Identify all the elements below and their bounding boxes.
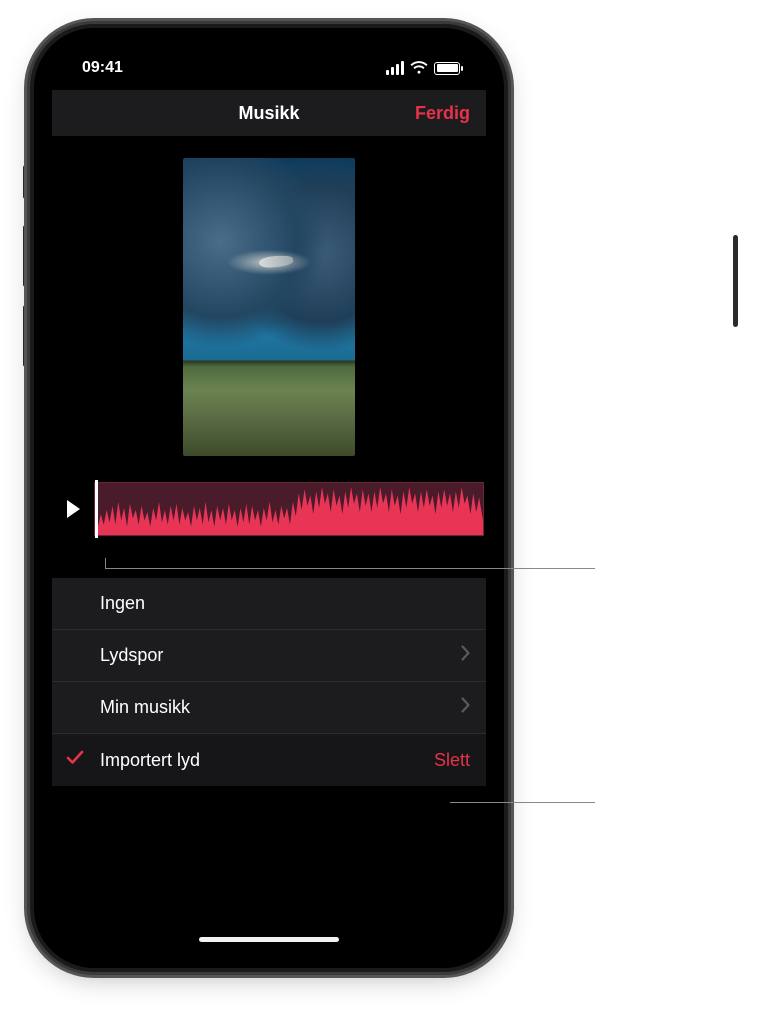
status-bar: 09:41 [52,46,486,90]
option-imported-audio[interactable]: Importert lyd Slett [52,734,486,786]
page-title: Musikk [238,103,299,124]
home-indicator[interactable] [199,937,339,942]
delete-button[interactable]: Slett [434,750,470,771]
play-icon [67,500,80,518]
option-label: Min musikk [100,697,461,718]
chevron-right-icon [461,645,470,666]
video-preview-area [52,136,486,482]
waveform-track[interactable] [94,482,484,536]
status-time: 09:41 [82,59,123,77]
music-source-list: Ingen Lydspor Min musikk [52,578,486,786]
checkmark-icon [66,749,84,772]
playhead[interactable] [95,480,98,538]
option-label: Importert lyd [100,750,434,771]
nav-header: Musikk Ferdig [52,90,486,136]
option-soundtracks[interactable]: Lydspor [52,630,486,682]
audio-timeline [52,482,486,536]
wifi-icon [410,61,428,75]
option-label: Ingen [100,593,470,614]
waveform-icon [95,483,483,535]
chevron-right-icon [461,697,470,718]
battery-icon [434,62,460,75]
video-thumbnail[interactable] [183,158,355,456]
callout-connector [105,558,106,568]
cellular-signal-icon [386,61,404,75]
option-my-music[interactable]: Min musikk [52,682,486,734]
callout-connector [450,802,595,803]
callout-connector [105,568,595,569]
option-label: Lydspor [100,645,461,666]
play-button[interactable] [52,482,94,536]
option-none[interactable]: Ingen [52,578,486,630]
done-button[interactable]: Ferdig [415,103,470,124]
